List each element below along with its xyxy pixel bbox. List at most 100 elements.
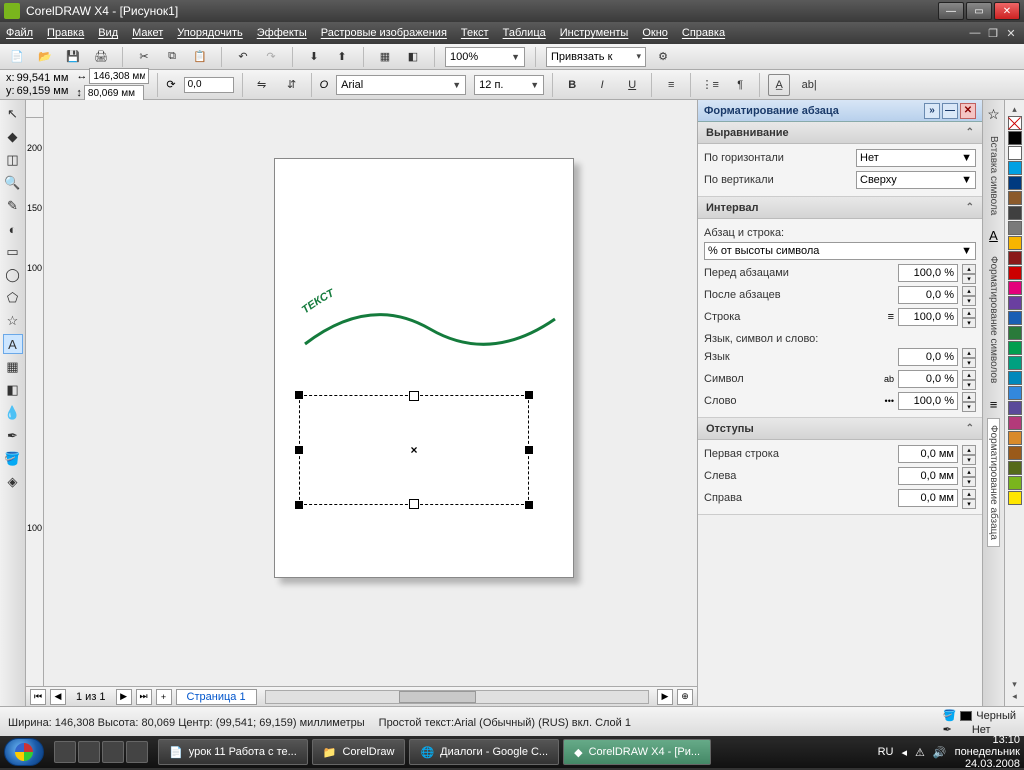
freehand-tool[interactable]: ✎ bbox=[3, 196, 23, 216]
indent-section-header[interactable]: Отступы ⌃ bbox=[698, 418, 982, 440]
paste-button[interactable]: 📋 bbox=[189, 46, 211, 68]
color-swatch[interactable] bbox=[1008, 401, 1022, 415]
before-para-spinner[interactable]: ▴▾ bbox=[962, 264, 976, 282]
color-swatch[interactable] bbox=[1008, 431, 1022, 445]
welcome-button[interactable]: ◧ bbox=[402, 46, 424, 68]
line-spinner[interactable]: ▴▾ bbox=[962, 308, 976, 326]
menu-file[interactable]: Файл bbox=[6, 27, 33, 39]
color-swatch[interactable] bbox=[1008, 146, 1022, 160]
first-page-button[interactable]: ⏮ bbox=[30, 689, 46, 705]
mdi-minimize-icon[interactable]: — bbox=[968, 26, 982, 40]
handle-e[interactable] bbox=[525, 446, 533, 454]
fill-tool[interactable]: 🪣 bbox=[3, 449, 23, 469]
tray-icon[interactable]: ◂ bbox=[902, 746, 908, 759]
docker-collapse-button[interactable]: » bbox=[924, 103, 940, 119]
tray-icon[interactable]: ⚠ bbox=[915, 746, 925, 759]
lang-spinner[interactable]: ▴▾ bbox=[962, 348, 976, 366]
hint-star-icon[interactable]: ☆ bbox=[987, 106, 1000, 123]
ql-item[interactable] bbox=[78, 741, 100, 763]
handle-nw[interactable] bbox=[295, 391, 303, 399]
color-swatch[interactable] bbox=[1008, 191, 1022, 205]
height-input[interactable] bbox=[84, 85, 144, 101]
edit-text-button[interactable]: ab| bbox=[798, 74, 820, 96]
minimize-button[interactable]: — bbox=[938, 2, 964, 20]
print-button[interactable]: 🖨 bbox=[90, 46, 112, 68]
right-indent-spinner[interactable]: ▴▾ bbox=[962, 489, 976, 507]
docker-close-button[interactable]: ✕ bbox=[960, 103, 976, 119]
open-button[interactable]: 📂 bbox=[34, 46, 56, 68]
maximize-button[interactable]: ▭ bbox=[966, 2, 992, 20]
align-section-header[interactable]: Выравнивание ⌃ bbox=[698, 122, 982, 144]
new-button[interactable]: 📄 bbox=[6, 46, 28, 68]
scroll-right-button[interactable]: ▶ bbox=[657, 689, 673, 705]
tab-char-format[interactable]: Форматирование символов bbox=[987, 249, 1000, 390]
page-tab[interactable]: Страница 1 bbox=[176, 689, 257, 705]
width-input[interactable] bbox=[89, 68, 149, 84]
no-color-swatch[interactable] bbox=[1008, 116, 1022, 130]
text-tool[interactable]: A bbox=[3, 334, 23, 354]
vertical-ruler[interactable]: 200 150 100 100 bbox=[26, 118, 44, 686]
menu-window[interactable]: Окно bbox=[642, 27, 668, 39]
word-input[interactable]: 100,0 % bbox=[898, 392, 958, 410]
menu-table[interactable]: Таблица bbox=[503, 27, 546, 39]
menu-bitmaps[interactable]: Растровые изображения bbox=[321, 27, 447, 39]
handle-se[interactable] bbox=[525, 501, 533, 509]
before-para-input[interactable]: 100,0 % bbox=[898, 264, 958, 282]
underline-button[interactable]: U bbox=[621, 74, 643, 96]
color-swatch[interactable] bbox=[1008, 476, 1022, 490]
handle-n[interactable] bbox=[409, 391, 419, 401]
color-swatch[interactable] bbox=[1008, 266, 1022, 280]
align-button[interactable]: ≡ bbox=[660, 74, 682, 96]
word-spinner[interactable]: ▴▾ bbox=[962, 392, 976, 410]
menu-edit[interactable]: Правка bbox=[47, 27, 84, 39]
color-swatch[interactable] bbox=[1008, 296, 1022, 310]
polygon-tool[interactable]: ⬠ bbox=[3, 288, 23, 308]
redo-button[interactable]: ↷ bbox=[260, 46, 282, 68]
lang-input[interactable]: 0,0 % bbox=[898, 348, 958, 366]
start-button[interactable] bbox=[4, 738, 44, 766]
add-page-button[interactable]: + bbox=[156, 689, 172, 705]
interval-unit-combo[interactable]: % от высоты символа▼ bbox=[704, 242, 976, 260]
menu-view[interactable]: Вид bbox=[98, 27, 118, 39]
interactive-tool[interactable]: ◧ bbox=[3, 380, 23, 400]
handle-w[interactable] bbox=[295, 446, 303, 454]
basic-shapes-tool[interactable]: ☆ bbox=[3, 311, 23, 331]
close-button[interactable]: ✕ bbox=[994, 2, 1020, 20]
ql-item[interactable] bbox=[126, 741, 148, 763]
color-swatch[interactable] bbox=[1008, 236, 1022, 250]
first-line-input[interactable]: 0,0 мм bbox=[898, 445, 958, 463]
menu-help[interactable]: Справка bbox=[682, 27, 725, 39]
color-swatch[interactable] bbox=[1008, 251, 1022, 265]
palette-up-button[interactable]: ▴ bbox=[1012, 104, 1017, 115]
mirror-h-button[interactable]: ⇋ bbox=[251, 74, 273, 96]
bullets-button[interactable]: ⋮≡ bbox=[699, 74, 721, 96]
crop-tool[interactable]: ◫ bbox=[3, 150, 23, 170]
options-button[interactable]: ⚙ bbox=[652, 46, 674, 68]
font-combo[interactable]: Arial ▼ bbox=[336, 75, 466, 95]
lang-indicator[interactable]: RU bbox=[878, 746, 894, 758]
para-format-tab-icon[interactable]: ≡ bbox=[990, 397, 998, 412]
last-page-button[interactable]: ⏭ bbox=[136, 689, 152, 705]
smart-fill-tool[interactable]: ◐ bbox=[3, 219, 23, 239]
export-button[interactable]: ⬆ bbox=[331, 46, 353, 68]
ql-item[interactable] bbox=[102, 741, 124, 763]
ql-item[interactable] bbox=[54, 741, 76, 763]
drawing-area[interactable]: ТЕКСТ × bbox=[44, 118, 697, 686]
char-format-tab-icon[interactable]: A bbox=[989, 228, 998, 243]
tab-para-format[interactable]: Форматирование абзаца bbox=[987, 418, 1000, 547]
color-swatch[interactable] bbox=[1008, 371, 1022, 385]
after-para-spinner[interactable]: ▴▾ bbox=[962, 286, 976, 304]
pick-tool[interactable]: ↖ bbox=[3, 104, 23, 124]
interactive-fill-tool[interactable]: ◈ bbox=[3, 472, 23, 492]
color-swatch[interactable] bbox=[1008, 386, 1022, 400]
color-swatch[interactable] bbox=[1008, 461, 1022, 475]
left-indent-spinner[interactable]: ▴▾ bbox=[962, 467, 976, 485]
handle-ne[interactable] bbox=[525, 391, 533, 399]
mirror-v-button[interactable]: ⇵ bbox=[281, 74, 303, 96]
dropcap-button[interactable]: ¶ bbox=[729, 74, 751, 96]
color-swatch[interactable] bbox=[1008, 206, 1022, 220]
after-para-input[interactable]: 0,0 % bbox=[898, 286, 958, 304]
outline-tool[interactable]: ✒ bbox=[3, 426, 23, 446]
font-size-combo[interactable]: 12 п. ▼ bbox=[474, 75, 544, 95]
undo-button[interactable]: ↶ bbox=[232, 46, 254, 68]
